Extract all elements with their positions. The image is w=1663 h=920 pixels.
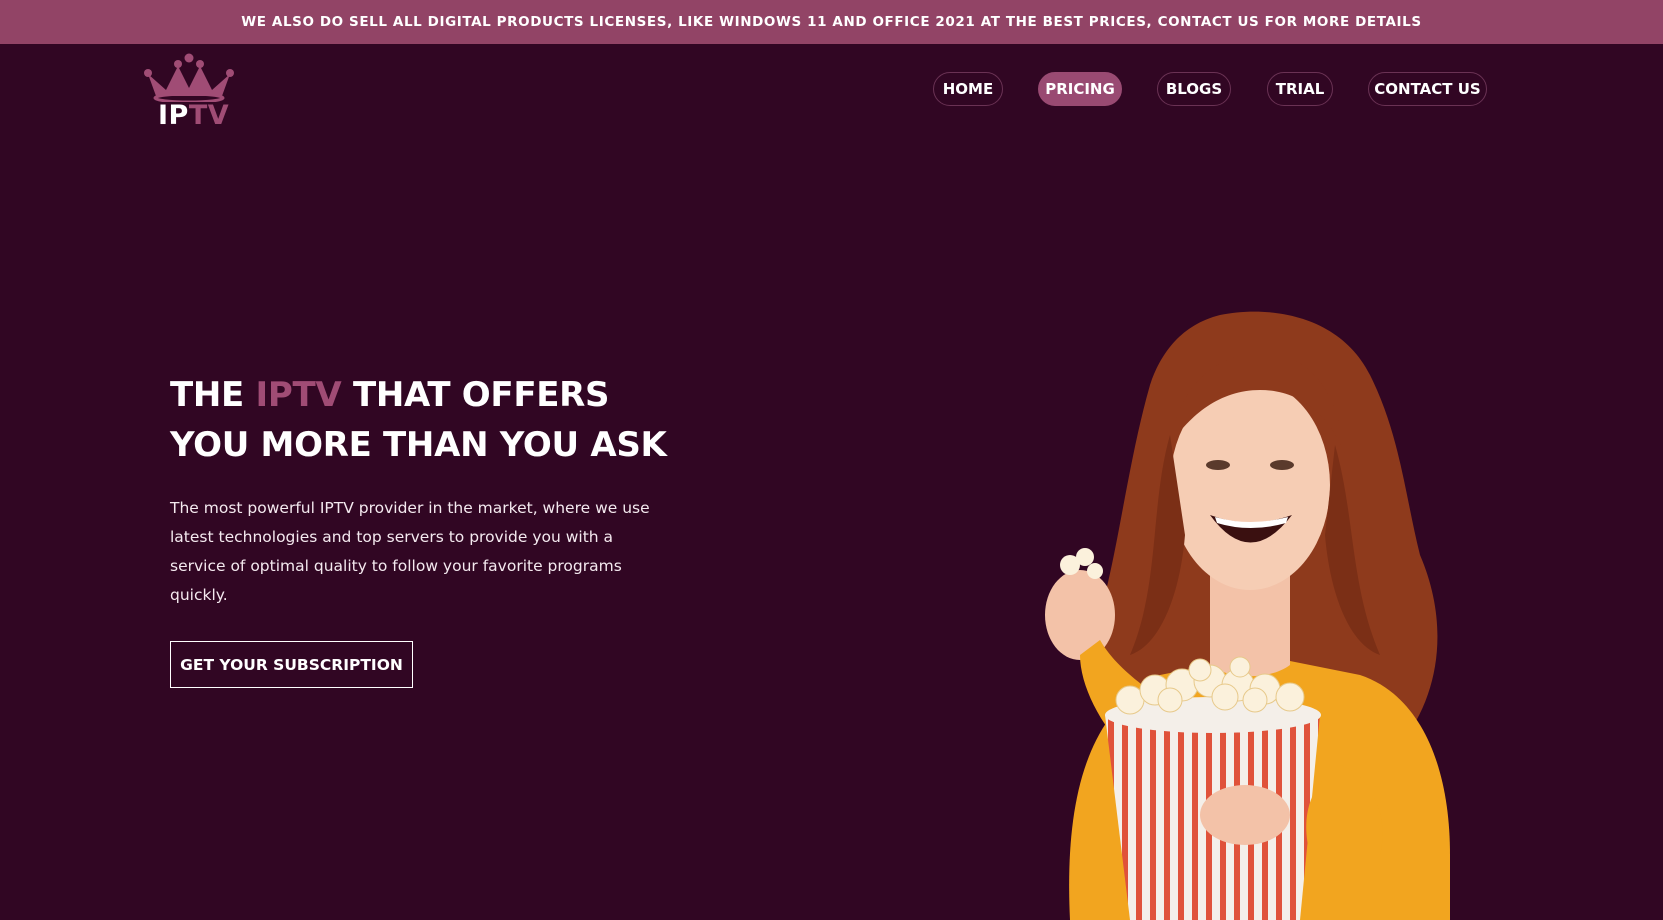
nav-trial[interactable]: TRIAL — [1267, 72, 1333, 106]
get-subscription-button[interactable]: GET YOUR SUBSCRIPTION — [170, 641, 413, 688]
hero-title: THE IPTV THAT OFFERS YOU MORE THAN YOU A… — [170, 375, 667, 465]
nav-contact-us[interactable]: CONTACT US — [1368, 72, 1487, 106]
hero-description: The most powerful IPTV provider in the m… — [170, 499, 650, 604]
announcement-bar: WE ALSO DO SELL ALL DIGITAL PRODUCTS LIC… — [0, 0, 1663, 44]
main-nav: HOME PRICING BLOGS TRIAL CONTACT US — [0, 72, 1663, 108]
woman-with-popcorn-image — [1045, 311, 1450, 920]
hero-title-accent: IPTV — [255, 375, 342, 415]
announcement-text: WE ALSO DO SELL ALL DIGITAL PRODUCTS LIC… — [241, 14, 1422, 30]
nav-home[interactable]: HOME — [933, 72, 1003, 106]
nav-pricing[interactable]: PRICING — [1038, 72, 1122, 106]
nav-blogs[interactable]: BLOGS — [1157, 72, 1231, 106]
